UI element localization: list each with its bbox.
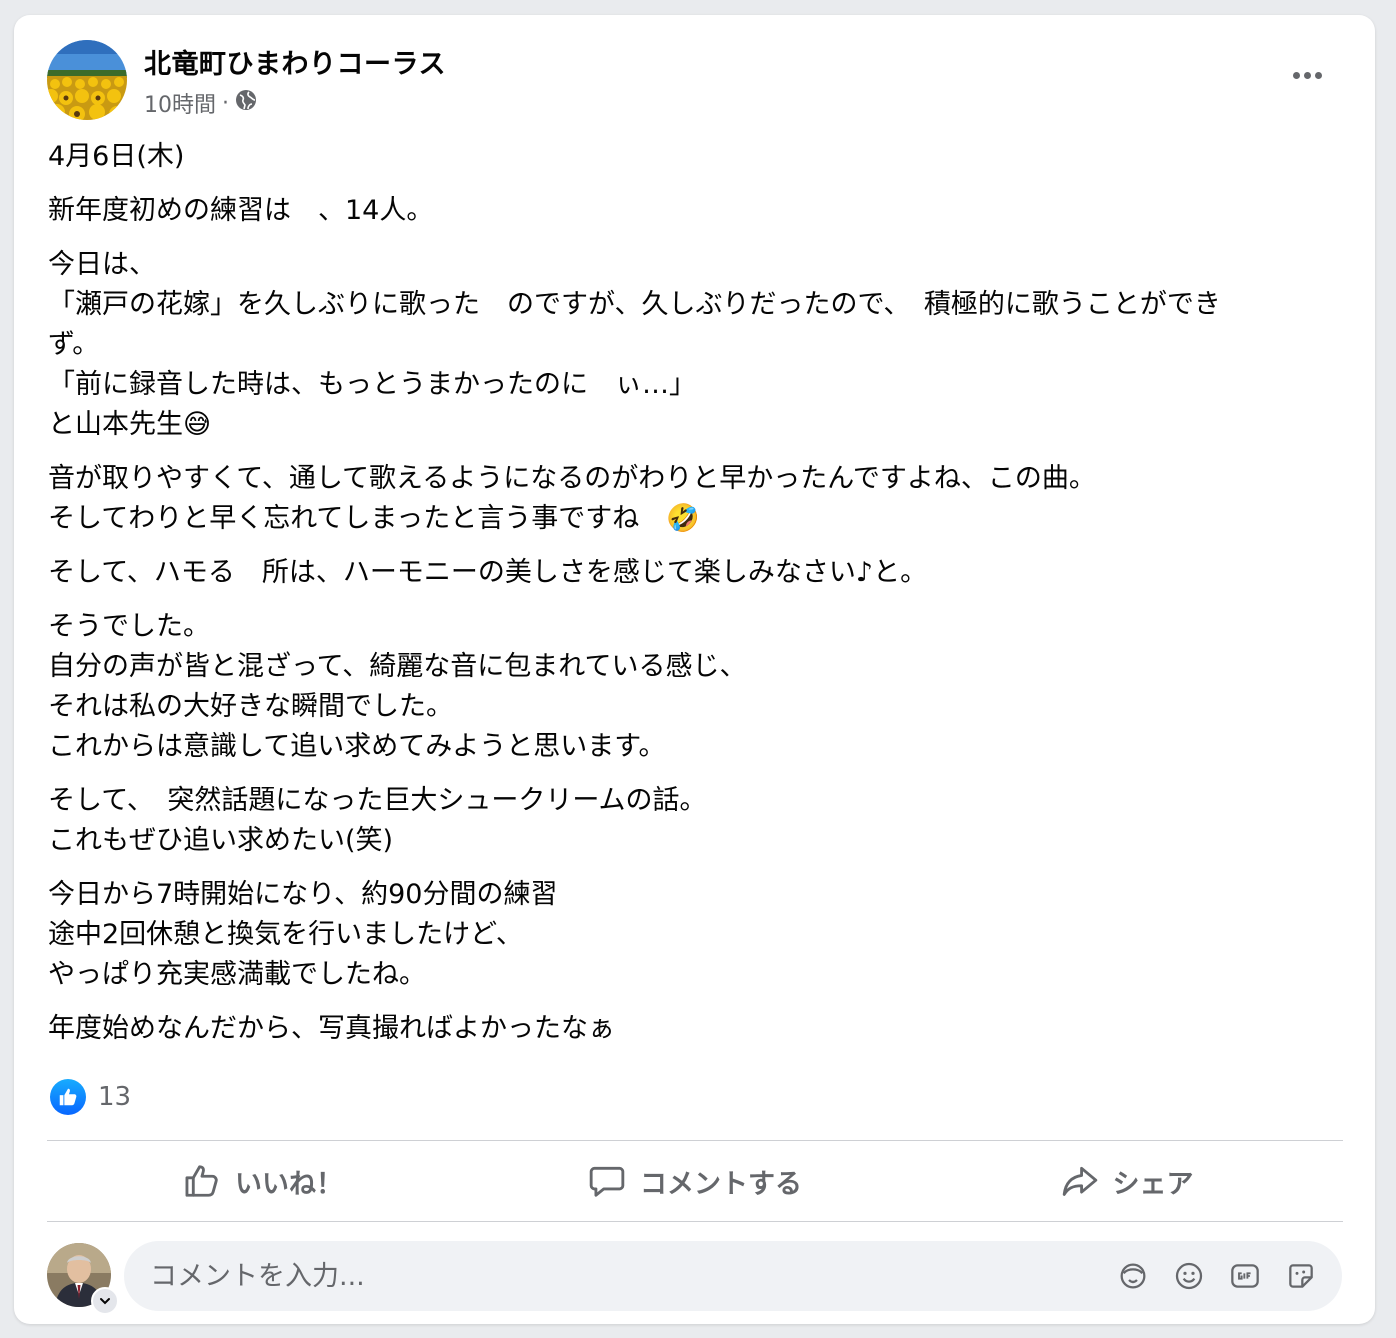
post-paragraph: そうでした。自分の声が皆と混ざって、綺麗な音に包まれている感じ、 それは私の大好き… <box>48 607 1348 767</box>
comment-button[interactable]: コメントする <box>479 1141 911 1221</box>
post-text-line: 自分の声が皆と混ざって、綺麗な音に包まれている感じ、 <box>48 651 747 682</box>
post-paragraph: 音が取りやすくて、通して歌えるようになるのがわりと早かったんですよね、この曲。そ… <box>48 459 1348 539</box>
post-text-line: 「瀬戸の花嫁」を久しぶりに歌った のですが、久しぶりだったので、 積極的に歌うこ… <box>48 289 1221 320</box>
reaction-count: 13 <box>98 1082 132 1112</box>
share-arrow-icon <box>1062 1166 1097 1196</box>
post-text-line: 新年度初めの練習は 、14人。 <box>48 195 434 226</box>
post-text-line: 今日から7時開始になり、約90分間の練習 <box>48 879 558 910</box>
post-paragraph: そして、ハモる 所は、ハーモニーの美しさを感じて楽しみなさい♪と。 <box>48 553 1348 593</box>
thumbs-up-icon <box>185 1165 218 1197</box>
post-card: 北竜町ひまわりコーラス 10時間 · 4月6日(木) 新年度初めの練習は 、14人… <box>14 15 1375 1324</box>
post-text-line: それは私の大好きな瞬間でした。 <box>48 691 453 722</box>
post-text-line: そうでした。 <box>48 611 210 642</box>
gif-icon[interactable] <box>1228 1259 1262 1293</box>
post-text-line: 「前に録音した時は、もっとうまかったのに ぃ…」 <box>48 369 696 400</box>
post-text-line: と山本先生😅 <box>48 409 212 440</box>
post-text-line: 音が取りやすくて、通して歌えるようになるのがわりと早かったんですよね、この曲。 <box>48 463 1096 494</box>
more-options-icon[interactable] <box>1289 63 1325 87</box>
post-text-line: 途中2回休憩と換気を行いましたけど、 <box>48 919 523 950</box>
post-paragraph: 今日から7時開始になり、約90分間の練習 途中2回休憩と換気を行いましたけど、 やっ… <box>48 875 1348 995</box>
comment-label: コメントする <box>640 1168 802 1200</box>
post-paragraph: 年度始めなんだから、写真撮ればよかったなぁ <box>48 1009 1348 1049</box>
post-paragraph: 新年度初めの練習は 、14人。 <box>48 191 1348 231</box>
post-body: 4月6日(木) 新年度初めの練習は 、14人。 今日は、「瀬戸の花嫁」を久しぶりに歌… <box>48 137 1348 1063</box>
like-label: いいね！ <box>235 1168 343 1200</box>
chevron-down-icon[interactable] <box>91 1287 119 1315</box>
post-timestamp[interactable]: 10時間 <box>144 87 216 119</box>
emoji-icon[interactable] <box>1172 1259 1206 1293</box>
comment-composer <box>124 1241 1342 1311</box>
post-paragraph: そして、 突然話題になった巨大シュークリームの話。 これもぜひ追い求めたい(笑) <box>48 781 1348 861</box>
comment-tools <box>1116 1259 1318 1293</box>
sunflower-field-image <box>47 40 127 120</box>
post-text-line: そしてわりと早く忘れてしまったと言う事ですね 🤣 <box>48 503 700 534</box>
divider <box>47 1221 1343 1222</box>
post-paragraph: 4月6日(木) <box>48 137 1348 177</box>
page-avatar[interactable] <box>47 40 127 120</box>
post-text-line: 4月6日(木) <box>48 141 185 172</box>
meta-separator: · <box>222 90 229 116</box>
post-text-line: これからは意識して追い求めてみようと思います。 <box>48 731 666 762</box>
post-text-line: やっぱり充実感満載でしたね。 <box>48 959 426 990</box>
post-text-line: そして、ハモる 所は、ハーモニーの美しさを感じて楽しみなさい♪と。 <box>48 557 928 588</box>
like-reaction-icon <box>50 1079 86 1115</box>
like-button[interactable]: いいね！ <box>47 1141 479 1221</box>
post-text-line: ず。 <box>48 329 100 360</box>
post-text-line: 今日は、 <box>48 249 156 280</box>
post-meta: 10時間 · <box>144 87 257 119</box>
post-text-line: これもぜひ追い求めたい(笑) <box>48 825 394 856</box>
post-text-line: 年度始めなんだから、写真撮ればよかったなぁ <box>48 1013 615 1044</box>
share-label: シェア <box>1112 1168 1194 1200</box>
reactions-summary[interactable]: 13 <box>50 1079 131 1115</box>
page-name[interactable]: 北竜町ひまわりコーラス <box>144 42 446 81</box>
comment-icon <box>589 1166 625 1197</box>
post-paragraph: 今日は、「瀬戸の花嫁」を久しぶりに歌った のですが、久しぶりだったので、 積極的… <box>48 245 1348 445</box>
globe-icon[interactable] <box>235 89 257 117</box>
action-bar: いいね！ コメントする シェア <box>47 1141 1343 1221</box>
comment-input[interactable] <box>148 1259 1116 1293</box>
avatar-sticker-icon[interactable] <box>1116 1259 1150 1293</box>
sticker-icon[interactable] <box>1284 1259 1318 1293</box>
post-text-line: そして、 突然話題になった巨大シュークリームの話。 <box>48 785 707 816</box>
share-button[interactable]: シェア <box>911 1141 1343 1221</box>
